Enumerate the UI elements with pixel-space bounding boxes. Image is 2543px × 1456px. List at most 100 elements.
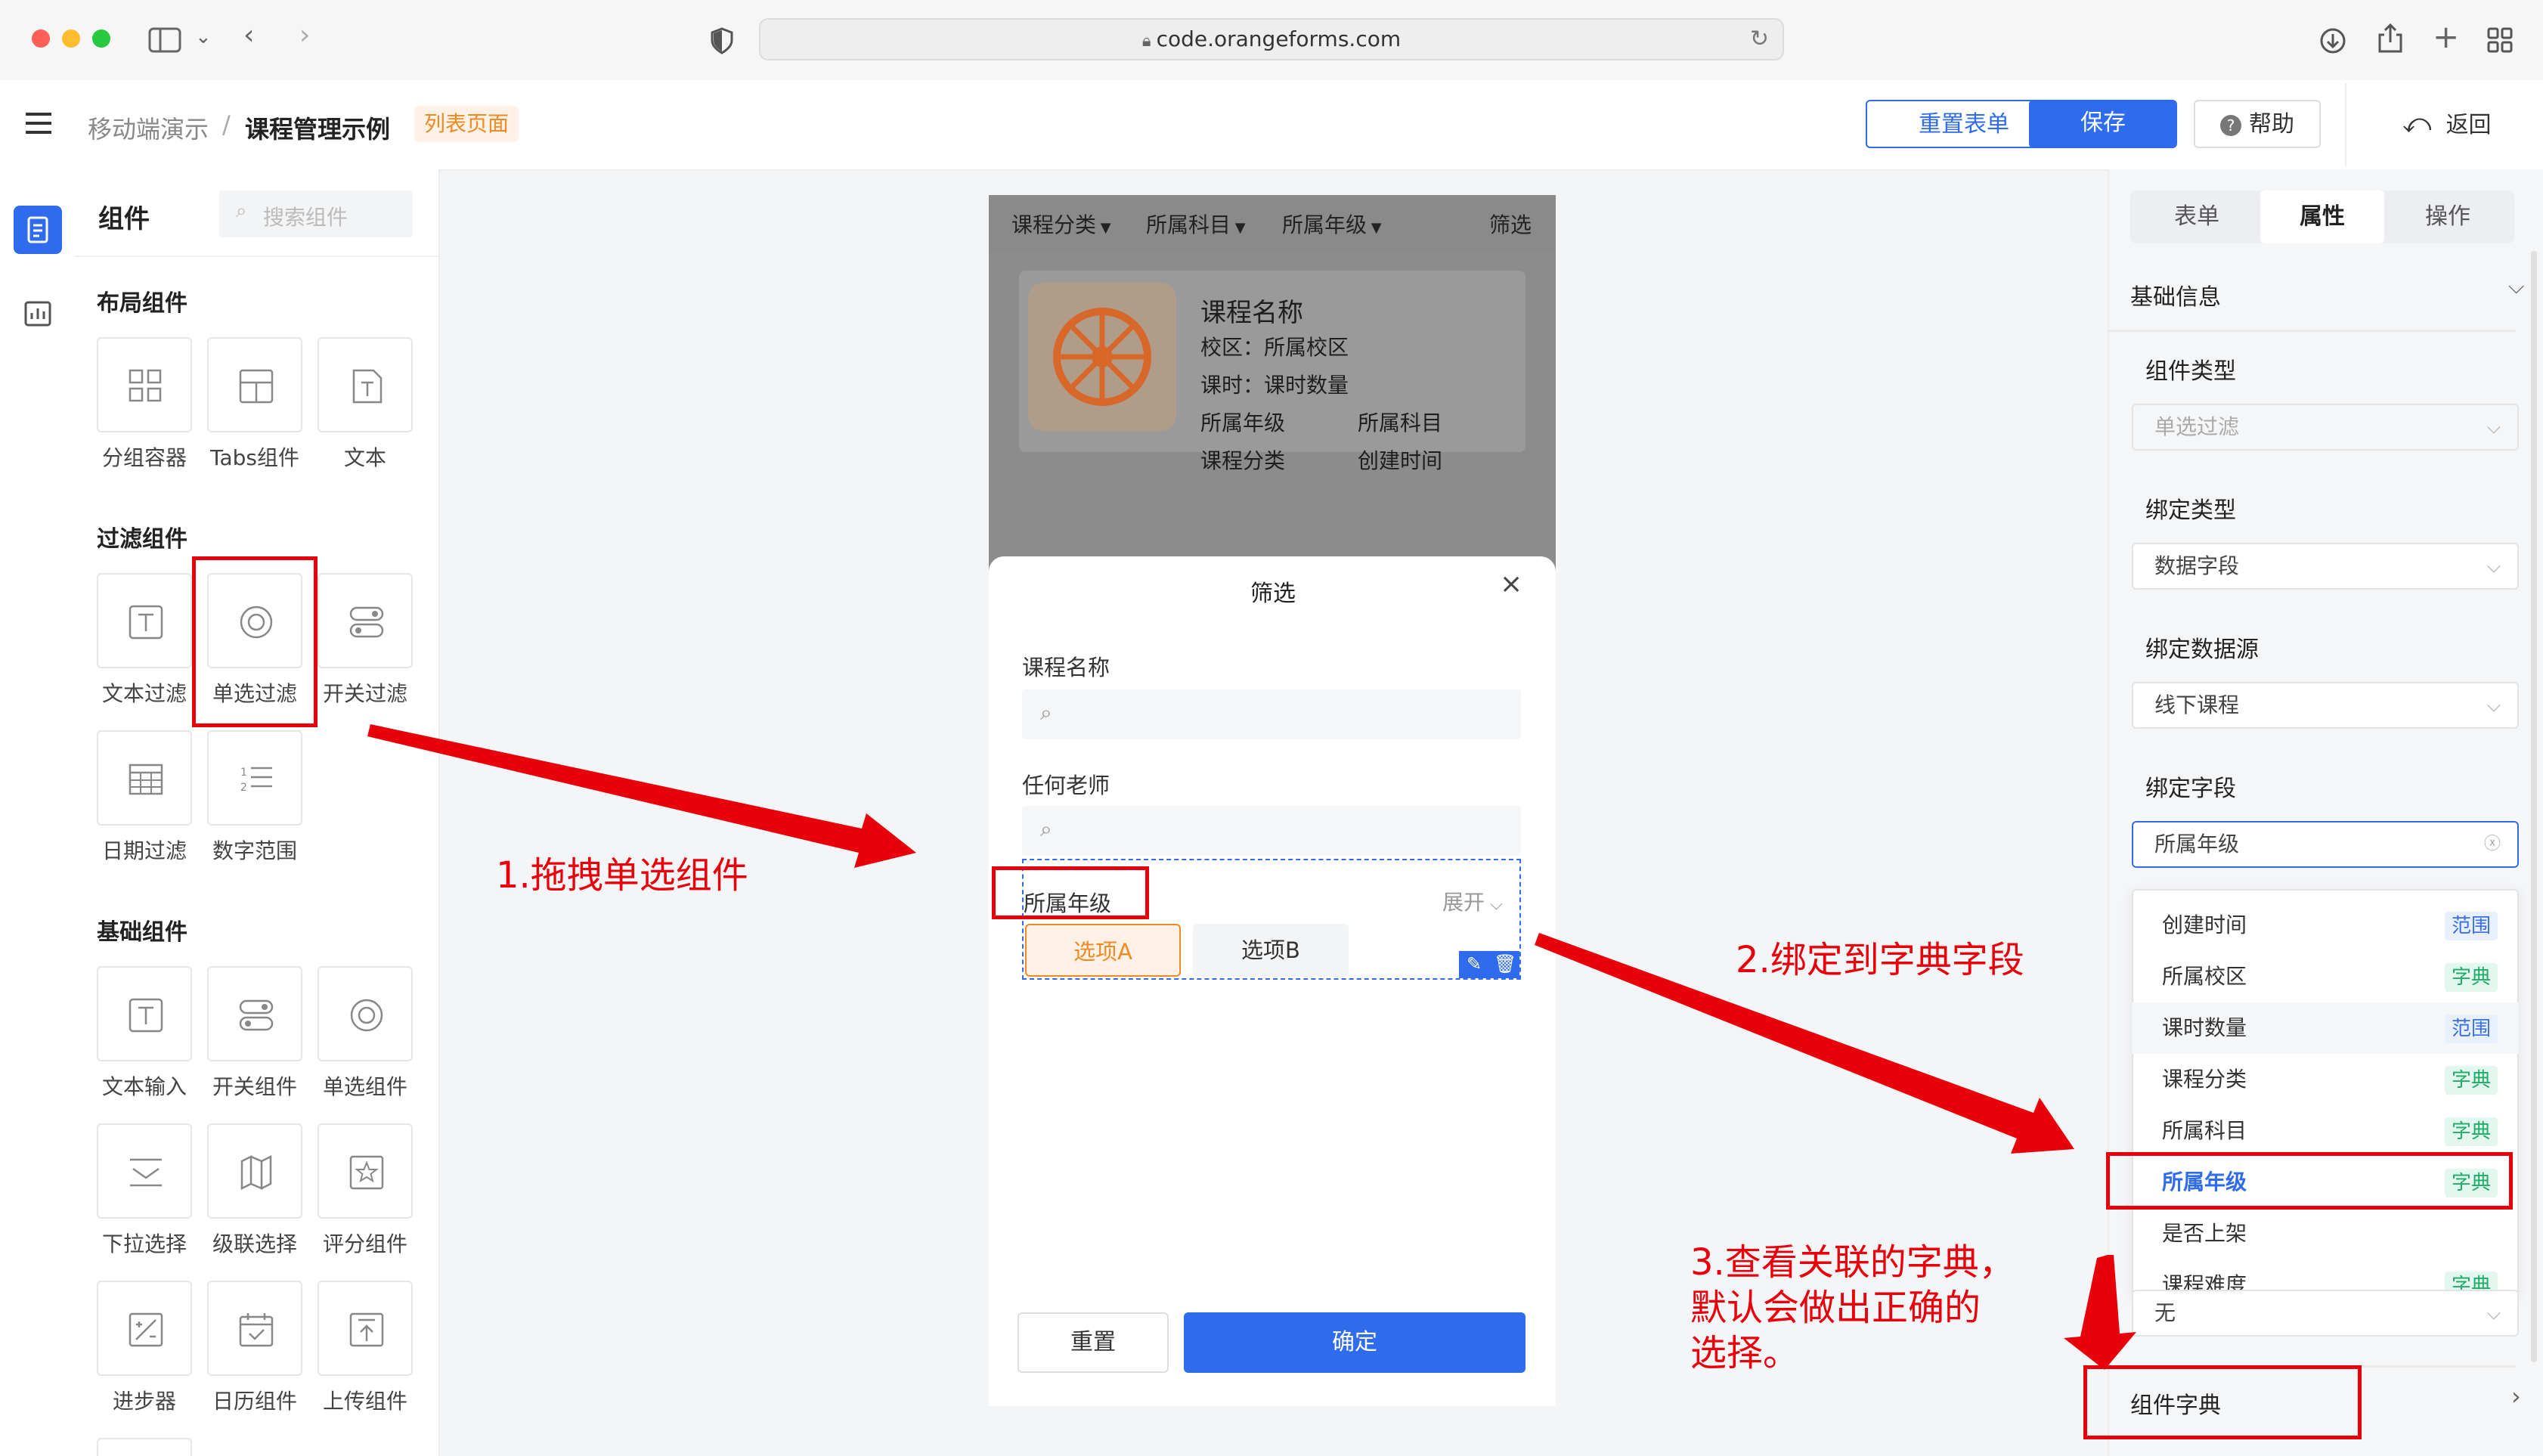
teacher-search[interactable]: ⌕ — [1022, 806, 1521, 856]
component-calendar[interactable] — [207, 1281, 302, 1376]
component-label: 文本过滤 — [101, 681, 187, 706]
option-b[interactable]: 选项B — [1193, 924, 1349, 977]
dropdown-option[interactable]: 课程分类 字典 — [2132, 1054, 2519, 1105]
forward-nav-icon[interactable]: › — [299, 20, 310, 51]
dropdown-option-label: 所属科目 — [2162, 1118, 2247, 1143]
component-text-input[interactable] — [97, 966, 192, 1061]
dropdown-option[interactable]: 课时数量 范围 — [2132, 1002, 2519, 1054]
close-icon[interactable]: × — [1500, 568, 1522, 599]
sheet-title: 筛选 — [1250, 581, 1296, 607]
chevron-right-icon[interactable]: › — [2511, 1382, 2521, 1411]
bind-source-label: 绑定数据源 — [2145, 637, 2259, 663]
chart-tab-icon[interactable] — [14, 290, 62, 339]
minimize-window-button[interactable] — [62, 29, 80, 48]
filter-subject[interactable]: 所属科目 ▼ — [1146, 209, 1246, 239]
panel-scrollbar[interactable] — [2531, 251, 2537, 1362]
chevron-down-icon[interactable]: ⌄ — [195, 26, 212, 48]
download-icon[interactable] — [2319, 27, 2346, 54]
component-text[interactable] — [317, 337, 413, 432]
help-button[interactable]: ? 帮助 — [2194, 100, 2321, 148]
panel-title: 组件 — [98, 204, 150, 234]
edit-icon[interactable]: ✎ — [1467, 953, 1482, 974]
shield-icon[interactable] — [711, 27, 733, 54]
reload-icon[interactable]: ↻ — [1750, 26, 1769, 52]
sidebar-toggle-icon[interactable] — [148, 27, 181, 53]
component-group-container[interactable] — [97, 337, 192, 432]
reset-button[interactable]: 重置 — [1018, 1312, 1169, 1373]
option-a[interactable]: 选项A — [1025, 924, 1181, 977]
course-name-search[interactable]: ⌕ — [1022, 689, 1521, 739]
component-label: 开关过滤 — [322, 681, 407, 706]
save-button[interactable]: 保存 — [2029, 100, 2177, 148]
tab-overview-icon[interactable] — [2487, 27, 2513, 53]
dropdown-option[interactable]: 创建时间 范围 — [2132, 900, 2519, 951]
dict-select[interactable]: 无 ⌵ — [2132, 1290, 2519, 1337]
component-label: Tabs组件 — [210, 445, 299, 470]
filter-category[interactable]: 课程分类 ▼ — [1011, 209, 1111, 239]
expand-toggle[interactable]: 展开 ⌵ — [1442, 886, 1503, 916]
new-tab-icon[interactable]: + — [2433, 18, 2459, 55]
close-window-button[interactable] — [32, 29, 50, 48]
text-t-icon — [129, 998, 163, 1033]
annotation-step1: 1.拖拽单选组件 — [496, 854, 748, 897]
tab-properties[interactable]: 属性 — [2260, 191, 2384, 243]
back-button[interactable]: ⤺ 返回 — [2402, 106, 2492, 140]
highlight-grade-field — [992, 866, 1149, 919]
chevron-down-icon[interactable]: ⌵ — [2508, 274, 2524, 299]
components-tab-icon[interactable] — [14, 206, 62, 254]
component-text-filter[interactable] — [97, 573, 192, 668]
search-icon: ⌕ — [1040, 700, 1052, 725]
component-label: 级联选择 — [212, 1231, 297, 1256]
dropdown-option[interactable]: 所属科目 字典 — [2132, 1105, 2519, 1157]
component-search-input[interactable]: ⌕ 搜索组件 — [219, 191, 413, 237]
maximize-window-button[interactable] — [92, 29, 110, 48]
clear-icon[interactable]: ⓧ — [2484, 822, 2501, 866]
component-dropdown[interactable] — [97, 1123, 192, 1219]
component-label: 单选组件 — [322, 1074, 407, 1099]
help-icon: ? — [2220, 114, 2241, 136]
bind-field-select[interactable]: 所属年级 ⓧ — [2132, 821, 2519, 868]
breadcrumb-mobile-demo[interactable]: 移动端演示 — [88, 110, 209, 145]
component-date-filter[interactable] — [97, 730, 192, 826]
share-icon[interactable] — [2377, 23, 2404, 54]
annotation-step3-line3: 选择。 — [1690, 1332, 1800, 1374]
dropdown-option[interactable]: 是否上架 — [2132, 1208, 2519, 1259]
dropdown-option-tag: 范围 — [2445, 912, 2498, 940]
left-icon-rail — [0, 169, 76, 1456]
card-title: 课程名称 — [1200, 298, 1303, 328]
component-radio[interactable] — [317, 966, 413, 1061]
tab-actions[interactable]: 操作 — [2386, 191, 2510, 243]
filter-button[interactable]: 筛选 — [1489, 209, 1532, 239]
component-cascade[interactable] — [207, 1123, 302, 1219]
component-switch-filter[interactable] — [317, 573, 413, 668]
address-bar[interactable]: 🔒︎ code.orangeforms.com ↻ — [759, 18, 1784, 60]
dropdown-option-label: 创建时间 — [2162, 912, 2247, 937]
component-next-row[interactable] — [97, 1438, 192, 1456]
component-label: 进步器 — [112, 1389, 176, 1414]
bind-type-select[interactable]: 数据字段 ⌵ — [2132, 543, 2519, 590]
component-stepper[interactable] — [97, 1281, 192, 1376]
dropdown-option[interactable]: 所属校区 字典 — [2132, 951, 2519, 1002]
dropdown-option-tag: 字典 — [2445, 1117, 2498, 1146]
filter-grade[interactable]: 所属年级 ▼ — [1282, 209, 1382, 239]
component-switch[interactable] — [207, 966, 302, 1061]
card-campus: 校区：所属校区 — [1200, 335, 1349, 360]
panel-divider — [74, 256, 438, 257]
component-tabs[interactable] — [207, 337, 302, 432]
delete-icon[interactable]: 🗑︎ — [1494, 953, 1516, 974]
component-upload[interactable] — [317, 1281, 413, 1376]
breadcrumb-current: 课程管理示例 — [245, 115, 391, 144]
component-label: 日历组件 — [212, 1389, 297, 1414]
component-type-label: 组件类型 — [2145, 358, 2236, 385]
section-basic-info[interactable]: 基础信息 — [2130, 278, 2221, 311]
bind-source-select[interactable]: 线下课程 ⌵ — [2132, 682, 2519, 729]
menu-icon[interactable] — [24, 112, 53, 135]
back-label: 返回 — [2445, 112, 2492, 138]
confirm-button[interactable]: 确定 — [1184, 1312, 1525, 1373]
dropdown-option-label: 课时数量 — [2162, 1015, 2247, 1040]
tab-form[interactable]: 表单 — [2135, 191, 2259, 243]
component-number-range[interactable]: 12 — [207, 730, 302, 826]
back-nav-icon[interactable]: ‹ — [243, 20, 254, 51]
header-divider — [2345, 83, 2346, 166]
component-rating[interactable] — [317, 1123, 413, 1219]
